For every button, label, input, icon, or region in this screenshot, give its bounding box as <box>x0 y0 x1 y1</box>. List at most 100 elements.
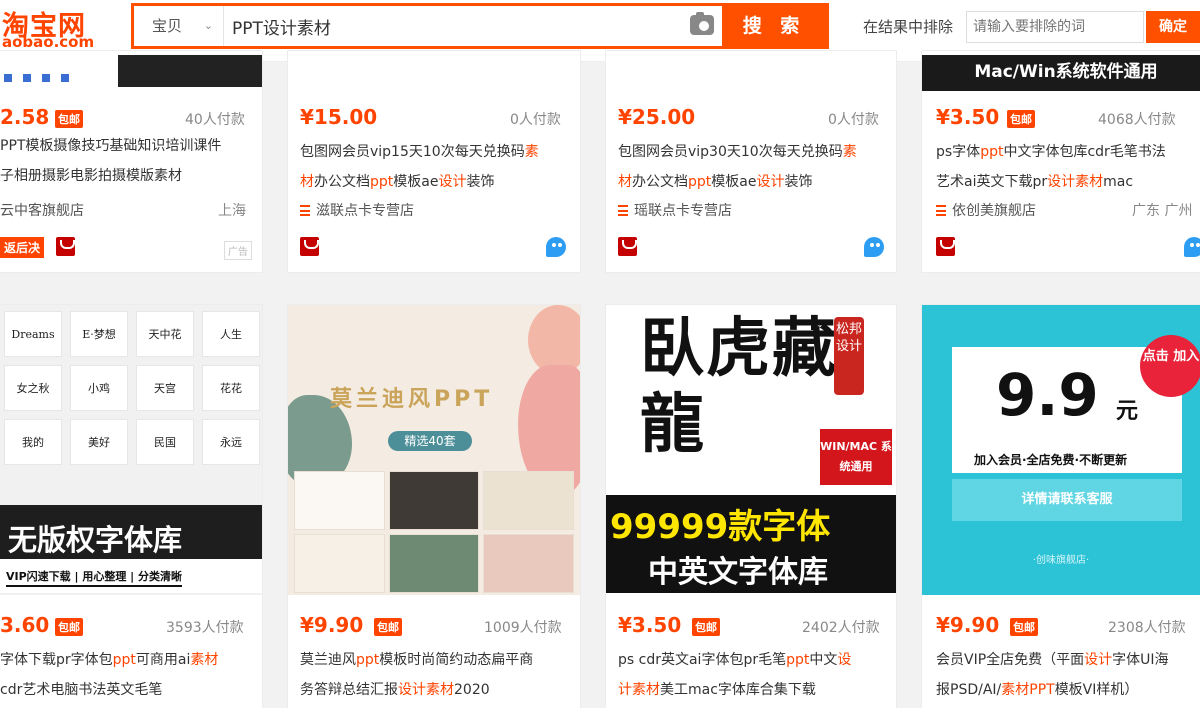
taobao-logo[interactable]: 淘宝网 aobao.com <box>0 2 100 54</box>
title-text: ps cdr英文ai字体包pr毛笔 <box>618 652 787 668</box>
product-card[interactable]: ¥25.00 0人付款 包图网会员vip30天10次每天兑换码素 材办公文档pp… <box>605 50 897 273</box>
font-sample-grid: Dreams E·梦想 天中花 人生 女之秋 小鸡 天宫 花花 我的 美好 民国… <box>0 311 262 465</box>
image-currency: 元 <box>1116 399 1139 424</box>
price: 2.58 <box>0 105 50 129</box>
image-subtitle: 中英文字体库 <box>648 555 828 590</box>
title-highlight: ppt <box>786 652 810 668</box>
image-join-badge: 点击 加入 <box>1140 335 1200 397</box>
product-title[interactable]: 包图网会员vip30天10次每天兑换码素 材办公文档ppt模板ae设计装饰 <box>618 137 857 197</box>
product-card[interactable]: Dreams E·梦想 天中花 人生 女之秋 小鸡 天宫 花花 我的 美好 民国… <box>0 304 263 708</box>
image-banner: Mac/Win系统软件通用 <box>922 55 1200 91</box>
template-thumb <box>388 534 480 593</box>
sales-count: 0人付款 <box>828 112 879 128</box>
title-highlight: 素 <box>524 144 539 160</box>
title-highlight: 设计素材 <box>398 682 454 698</box>
product-title[interactable]: 字体下载pr字体包ppt可商用ai素材 cdr艺术电脑书法英文毛笔 <box>0 645 218 705</box>
free-shipping-tag: 包邮 <box>692 618 720 636</box>
font-sample: 天中花 <box>136 311 194 357</box>
product-title[interactable]: 包图网会员vip15天10次每天兑换码素 材办公文档ppt模板ae设计装饰 <box>300 137 539 197</box>
title-text: 包图网会员vip30天10次每天兑换码 <box>618 144 843 160</box>
shop-link[interactable]: 依创美旗舰店 <box>936 200 1036 220</box>
title-highlight: ppt <box>356 652 380 668</box>
shop-name: 瑶联点卡专营店 <box>634 203 732 219</box>
font-sample: 人生 <box>202 311 260 357</box>
shop-link[interactable]: 瑶联点卡专营店 <box>618 200 732 220</box>
product-title[interactable]: 莫兰迪风ppt模板时尚简约动态扁平商 务答辩总结汇报设计素材2020 <box>300 645 533 705</box>
font-sample: 小鸡 <box>70 365 128 411</box>
product-card[interactable]: 莫兰迪风PPT 精选40套 ¥9.90 包邮 1009人付款 莫兰迪风ppt模板… <box>287 304 581 708</box>
font-sample: E·梦想 <box>70 311 128 357</box>
product-card[interactable]: ¥15.00 0人付款 包图网会员vip15天10次每天兑换码素 材办公文档pp… <box>287 50 581 273</box>
product-image[interactable]: 莫兰迪风PPT 精选40套 <box>288 305 580 595</box>
title-highlight: 材 <box>618 174 632 190</box>
product-title[interactable]: ps cdr英文ai字体包pr毛笔ppt中文设 计素材美工mac字体库合集下载 <box>618 645 851 705</box>
image-count: 99999款字体 <box>610 507 831 547</box>
title-highlight: 计素材 <box>618 682 660 698</box>
search-box: 宝贝 ⌄ 搜 索 <box>131 3 829 49</box>
title-highlight: ppt <box>112 652 136 668</box>
tmall-icon <box>936 237 955 256</box>
template-thumb <box>483 471 574 530</box>
chat-icon[interactable] <box>864 237 884 257</box>
sales-count: 3593人付款 <box>166 620 244 636</box>
product-card[interactable]: 臥虎藏龍 松邦设计 WIN/MAC 系统通用 99999款字体 中英文字体库 ¥… <box>605 304 897 708</box>
template-thumb <box>294 471 385 530</box>
template-thumb <box>388 471 480 530</box>
sales-count: 1009人付款 <box>484 620 562 636</box>
product-image[interactable]: Mac/Win系统软件通用 <box>922 51 1200 91</box>
shop-icon <box>300 205 310 216</box>
image-calligraphy: 臥虎藏龍 <box>640 311 838 462</box>
font-sample: Dreams <box>4 311 62 357</box>
product-image[interactable]: 臥虎藏龍 松邦设计 WIN/MAC 系统通用 99999款字体 中英文字体库 <box>606 305 896 595</box>
product-image[interactable] <box>0 51 262 91</box>
tmall-icon <box>618 237 637 256</box>
camera-icon[interactable] <box>690 12 714 35</box>
title-text: 装饰 <box>784 174 813 190</box>
price: ¥9.90 <box>936 613 1000 637</box>
title-highlight: ppt <box>370 174 394 190</box>
image-os-badge: WIN/MAC 系统通用 <box>820 429 892 485</box>
shop-name: 滋联点卡专营店 <box>316 203 414 219</box>
font-sample: 花花 <box>202 365 260 411</box>
title-text: 报PSD/AI/ <box>936 682 1002 698</box>
sales-count: 40人付款 <box>185 112 245 128</box>
chat-icon[interactable] <box>1184 237 1200 257</box>
font-sample: 美好 <box>70 419 128 465</box>
title-highlight: 素材 <box>190 652 219 668</box>
shop-link[interactable]: 滋联点卡专营店 <box>300 200 414 220</box>
free-shipping-tag: 包邮 <box>55 110 83 128</box>
free-shipping-tag: 包邮 <box>1010 618 1038 636</box>
product-card[interactable]: 9.9 元 加入会员·全店免费·不断更新 点击 加入 详情请联系客服 ·创味旗舰… <box>921 304 1200 708</box>
image-subtitle: 加入会员·全店免费·不断更新 <box>974 453 1128 467</box>
image-footer: ·创味旗舰店· <box>1032 555 1090 566</box>
search-button[interactable]: 搜 索 <box>722 6 826 46</box>
product-title[interactable]: 会员VIP全店免费（平面设计字体UI海 报PSD/AI/素材PPT模板VI样机） <box>936 645 1169 705</box>
chat-icon[interactable] <box>546 237 566 257</box>
font-sample: 永远 <box>202 419 260 465</box>
search-type-select[interactable]: 宝贝 ⌄ <box>134 6 224 46</box>
product-card[interactable]: Mac/Win系统软件通用 ¥3.50 包邮 4068人付款 ps字体ppt中文… <box>921 50 1200 273</box>
title-highlight: 设计素材 <box>1047 174 1104 190</box>
title-text: 包图网会员vip15天10次每天兑换码 <box>300 144 525 160</box>
title-highlight: ppt <box>980 144 1004 160</box>
free-shipping-tag: 包邮 <box>1007 110 1035 128</box>
product-image[interactable]: 9.9 元 加入会员·全店免费·不断更新 点击 加入 详情请联系客服 ·创味旗舰… <box>922 305 1200 595</box>
exclude-input[interactable] <box>966 11 1144 43</box>
product-title[interactable]: ps字体ppt中文字体包库cdr毛笔书法 艺术ai英文下载pr设计素材mac <box>936 137 1166 197</box>
title-line: cdr艺术电脑书法英文毛笔 <box>0 682 163 698</box>
image-title: 莫兰迪风PPT <box>330 387 494 412</box>
exclude-label: 在结果中排除 <box>863 18 954 36</box>
product-title[interactable]: PPT模板摄像技巧基础知识培训课件 子相册摄影电影拍摄模版素材 <box>0 131 221 191</box>
product-card[interactable]: 2.58 包邮 40人付款 PPT模板摄像技巧基础知识培训课件 子相册摄影电影拍… <box>0 50 263 273</box>
search-input[interactable] <box>232 6 692 46</box>
sales-count: 0人付款 <box>510 112 561 128</box>
price: ¥3.50 <box>936 105 1000 129</box>
title-highlight: 材 <box>300 174 314 190</box>
chevron-down-icon: ⌄ <box>203 19 213 32</box>
shop-name[interactable]: 云中客旗舰店 <box>0 200 84 220</box>
product-image[interactable]: Dreams E·梦想 天中花 人生 女之秋 小鸡 天宫 花花 我的 美好 民国… <box>0 305 262 595</box>
template-thumbs <box>294 471 574 593</box>
tmall-icon <box>56 237 75 256</box>
title-line: PPT模板摄像技巧基础知识培训课件 <box>0 138 222 154</box>
exclude-confirm-button[interactable]: 确定 <box>1146 11 1200 43</box>
